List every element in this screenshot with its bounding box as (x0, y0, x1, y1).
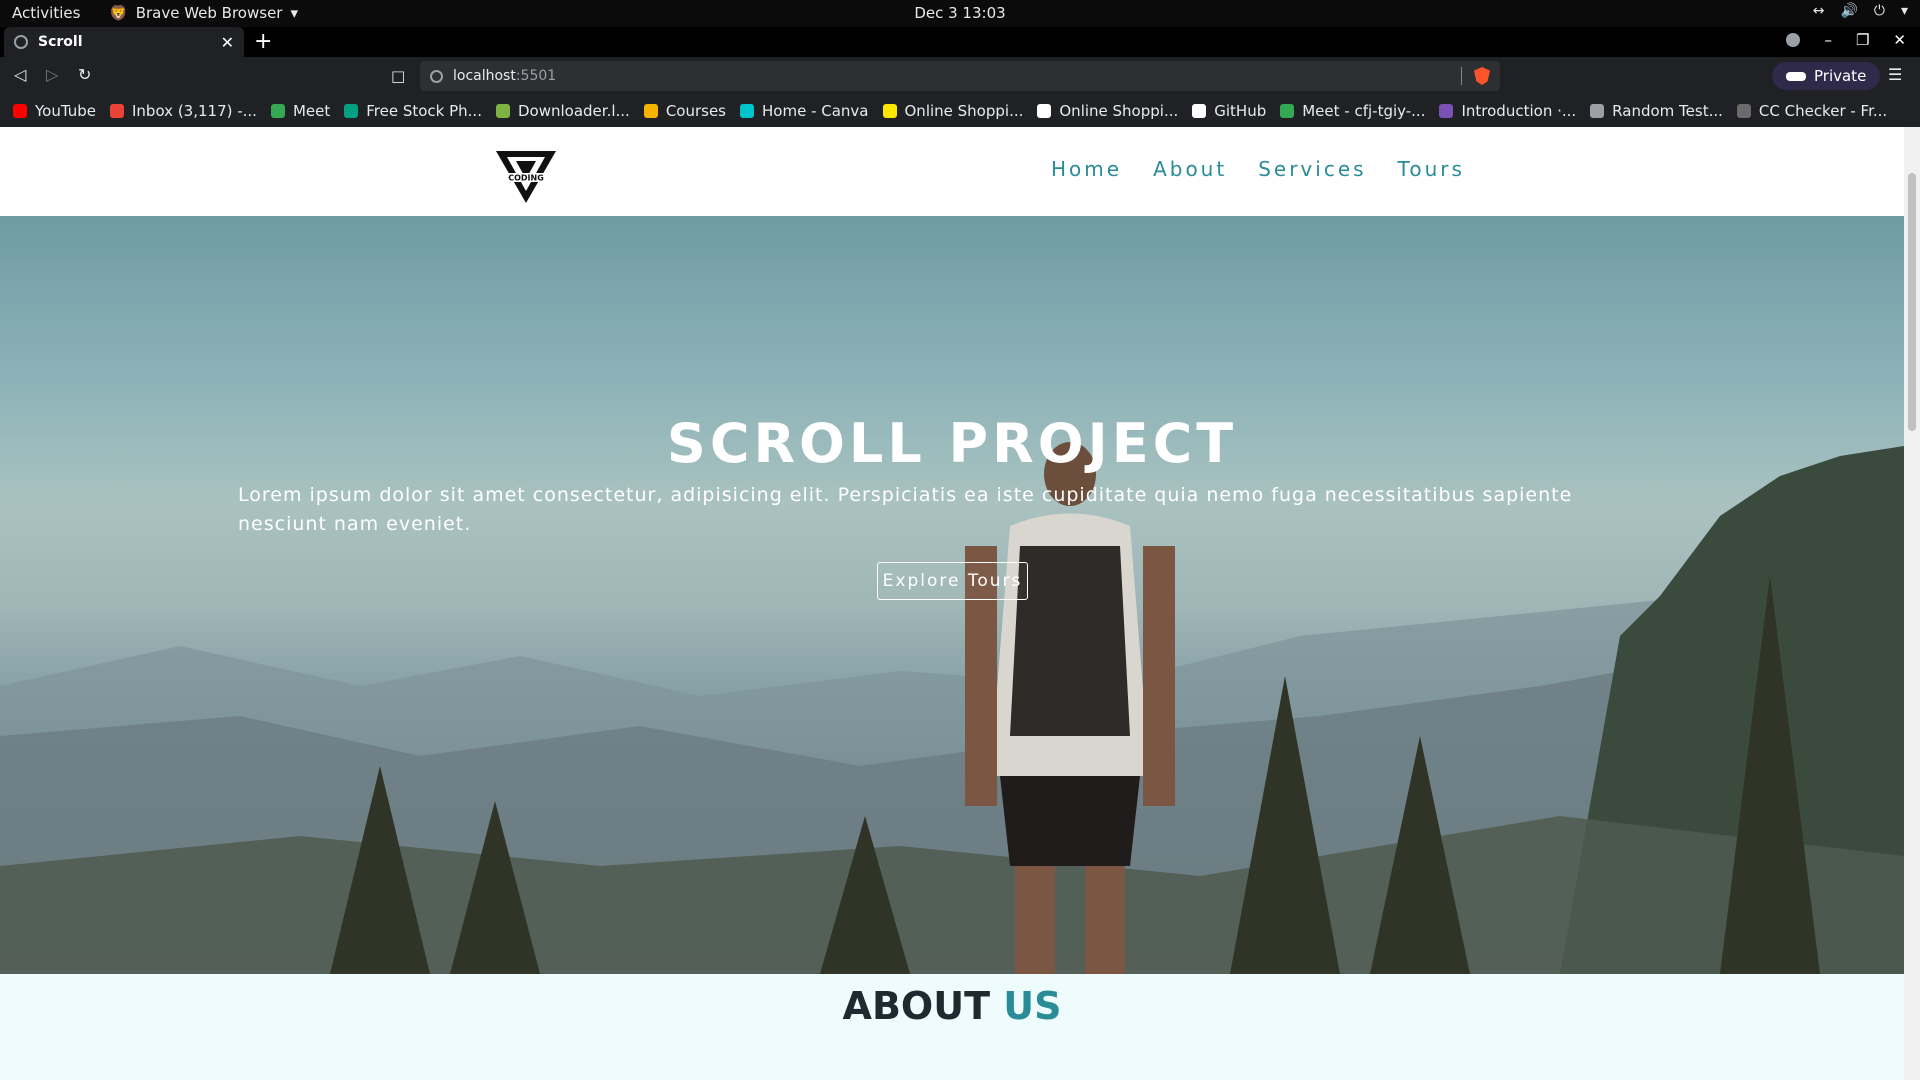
bookmark-item[interactable]: Free Stock Ph... (344, 102, 482, 120)
chevron-down-icon: ▾ (1900, 3, 1908, 19)
volume-icon: 🔊 (1840, 3, 1858, 19)
bookmark-favicon-icon (13, 104, 27, 118)
bookmark-favicon-icon (270, 104, 285, 118)
private-glasses-icon (1786, 71, 1806, 81)
bookmark-label: Introduction ·... (1461, 102, 1577, 120)
bookmark-item[interactable]: Meet - cfj-tgiy-... (1280, 102, 1425, 120)
bookmarks-bar: YouTube Inbox (3,117) -... Meet Free Stock … (0, 95, 1920, 127)
reload-icon[interactable]: ↻ (78, 65, 91, 84)
bookmark-favicon-icon (643, 104, 658, 118)
brave-lion-icon: 🦁 (109, 4, 128, 22)
bookmark-item[interactable]: Downloader.l... (495, 102, 630, 120)
private-window-badge[interactable]: Private (1772, 62, 1881, 90)
scrollbar-thumb[interactable] (1908, 173, 1916, 431)
close-window-icon[interactable]: ✕ (1893, 31, 1906, 49)
menu-icon[interactable]: ☰ (1888, 65, 1902, 84)
bookmark-label: Online Shoppi... (904, 102, 1024, 120)
network-icon: ↔ (1812, 3, 1825, 19)
power-icon: ⏻ (1873, 3, 1885, 19)
bookmark-label: Random Test... (1612, 102, 1723, 120)
app-menu-label: Brave Web Browser (135, 4, 283, 22)
nav-tours[interactable]: Tours (1398, 157, 1465, 181)
coding-logo[interactable]: CODING (494, 149, 558, 205)
site-navbar: CODING Home About Services Tours (0, 127, 1904, 216)
tab-title: Scroll (38, 34, 83, 50)
page-viewport: CODING Home About Services Tours SCROLL … (0, 127, 1920, 1080)
new-tab-button[interactable]: + (254, 29, 272, 54)
bookmark-item[interactable]: Introduction ·... (1439, 102, 1576, 120)
forward-icon[interactable]: ▷ (46, 65, 58, 84)
bookmark-label: Home - Canva (762, 102, 869, 120)
bookmark-favicon-icon (1280, 104, 1295, 118)
page-scrollbar[interactable] (1904, 127, 1920, 1080)
bookmark-item[interactable]: Online Shoppi... (1037, 102, 1178, 120)
tab-strip: Scroll ✕ + – ❐ ✕ (0, 27, 1920, 57)
bookmark-label: Free Stock Ph... (366, 102, 482, 120)
bookmark-item[interactable]: Random Test... (1590, 102, 1723, 120)
activities-button[interactable]: Activities (12, 4, 80, 22)
close-tab-icon[interactable]: ✕ (221, 33, 234, 52)
bookmark-item[interactable]: YouTube (13, 102, 96, 120)
system-clock[interactable]: Dec 3 13:03 (914, 4, 1005, 22)
bookmark-item[interactable]: Courses (643, 102, 726, 120)
site-menu: Home About Services Tours (1051, 157, 1465, 181)
bookmark-favicon-icon (1037, 104, 1052, 118)
hero-title: SCROLL PROJECT (666, 412, 1238, 475)
back-icon[interactable]: ◁ (14, 65, 26, 84)
bookmark-label: Online Shoppi... (1059, 102, 1179, 120)
about-title-accent: US (1003, 984, 1062, 1028)
nav-about[interactable]: About (1153, 157, 1227, 181)
browser-toolbar: ◁ ▷ ↻ □ localhost:5501 Private ☰ (0, 57, 1920, 95)
bookmark-item[interactable]: Inbox (3,117) -... (110, 102, 257, 120)
bookmark-label: Downloader.l... (517, 102, 630, 120)
bookmark-item[interactable]: Online Shoppi... (882, 102, 1024, 120)
system-tray[interactable]: ↔ 🔊 ⏻ ▾ (1813, 3, 1908, 19)
address-bar[interactable]: localhost:5501 (420, 61, 1500, 91)
bookmark-label: Meet (292, 102, 331, 120)
hero-description: Lorem ipsum dolor sit amet consectetur, … (238, 484, 1573, 535)
bookmark-item[interactable]: Home - Canva (740, 102, 869, 120)
bookmark-favicon-icon (1192, 104, 1207, 118)
about-section: ABOUT US (0, 974, 1904, 1080)
bookmark-favicon-icon (495, 104, 510, 118)
nav-home[interactable]: Home (1051, 157, 1122, 181)
chevron-down-icon: ▾ (290, 4, 298, 22)
bookmark-favicon-icon (882, 104, 897, 118)
nav-services[interactable]: Services (1258, 157, 1366, 181)
maximize-icon[interactable]: ❐ (1856, 31, 1869, 49)
about-title-main: ABOUT (842, 984, 990, 1028)
system-top-bar: Activities 🦁 Brave Web Browser ▾ Dec 3 1… (0, 0, 1920, 27)
bookmark-favicon-icon (1736, 104, 1751, 118)
logo-text: CODING (508, 174, 544, 183)
bookmark-favicon-icon (740, 104, 754, 118)
bookmark-label: Meet - cfj-tgiy-... (1302, 102, 1426, 120)
globe-icon (14, 35, 28, 49)
divider (1461, 67, 1462, 85)
bookmark-favicon-icon (344, 104, 359, 118)
explore-tours-button[interactable]: Explore Tours (877, 562, 1028, 600)
bookmark-label: YouTube (35, 102, 96, 120)
bookmark-favicon-icon (1439, 104, 1454, 118)
bookmark-icon[interactable]: □ (391, 67, 405, 85)
minimize-icon[interactable]: – (1824, 31, 1832, 49)
bookmark-label: GitHub (1214, 102, 1267, 120)
url-port: :5501 (515, 68, 557, 84)
site-info-icon[interactable] (430, 69, 443, 83)
bookmark-label: Courses (665, 102, 726, 120)
bookmark-item[interactable]: Meet (270, 102, 331, 120)
url-host: localhost (453, 68, 516, 84)
bookmark-label: Inbox (3,117) -... (132, 102, 257, 120)
downloads-icon[interactable] (1786, 33, 1801, 47)
tab-scroll[interactable]: Scroll ✕ (4, 27, 244, 57)
about-title: ABOUT US (0, 984, 1904, 1028)
private-label: Private (1814, 67, 1867, 85)
bookmark-label: CC Checker - Fr... (1758, 102, 1888, 120)
bookmark-favicon-icon (110, 104, 124, 118)
bookmark-item[interactable]: GitHub (1192, 102, 1266, 120)
brave-shield-icon[interactable] (1474, 67, 1490, 85)
hero-section: SCROLL PROJECT Lorem ipsum dolor sit ame… (0, 216, 1904, 974)
bookmark-favicon-icon (1590, 104, 1605, 118)
app-menu[interactable]: 🦁 Brave Web Browser ▾ (109, 4, 298, 22)
bookmark-item[interactable]: CC Checker - Fr... (1736, 102, 1888, 120)
